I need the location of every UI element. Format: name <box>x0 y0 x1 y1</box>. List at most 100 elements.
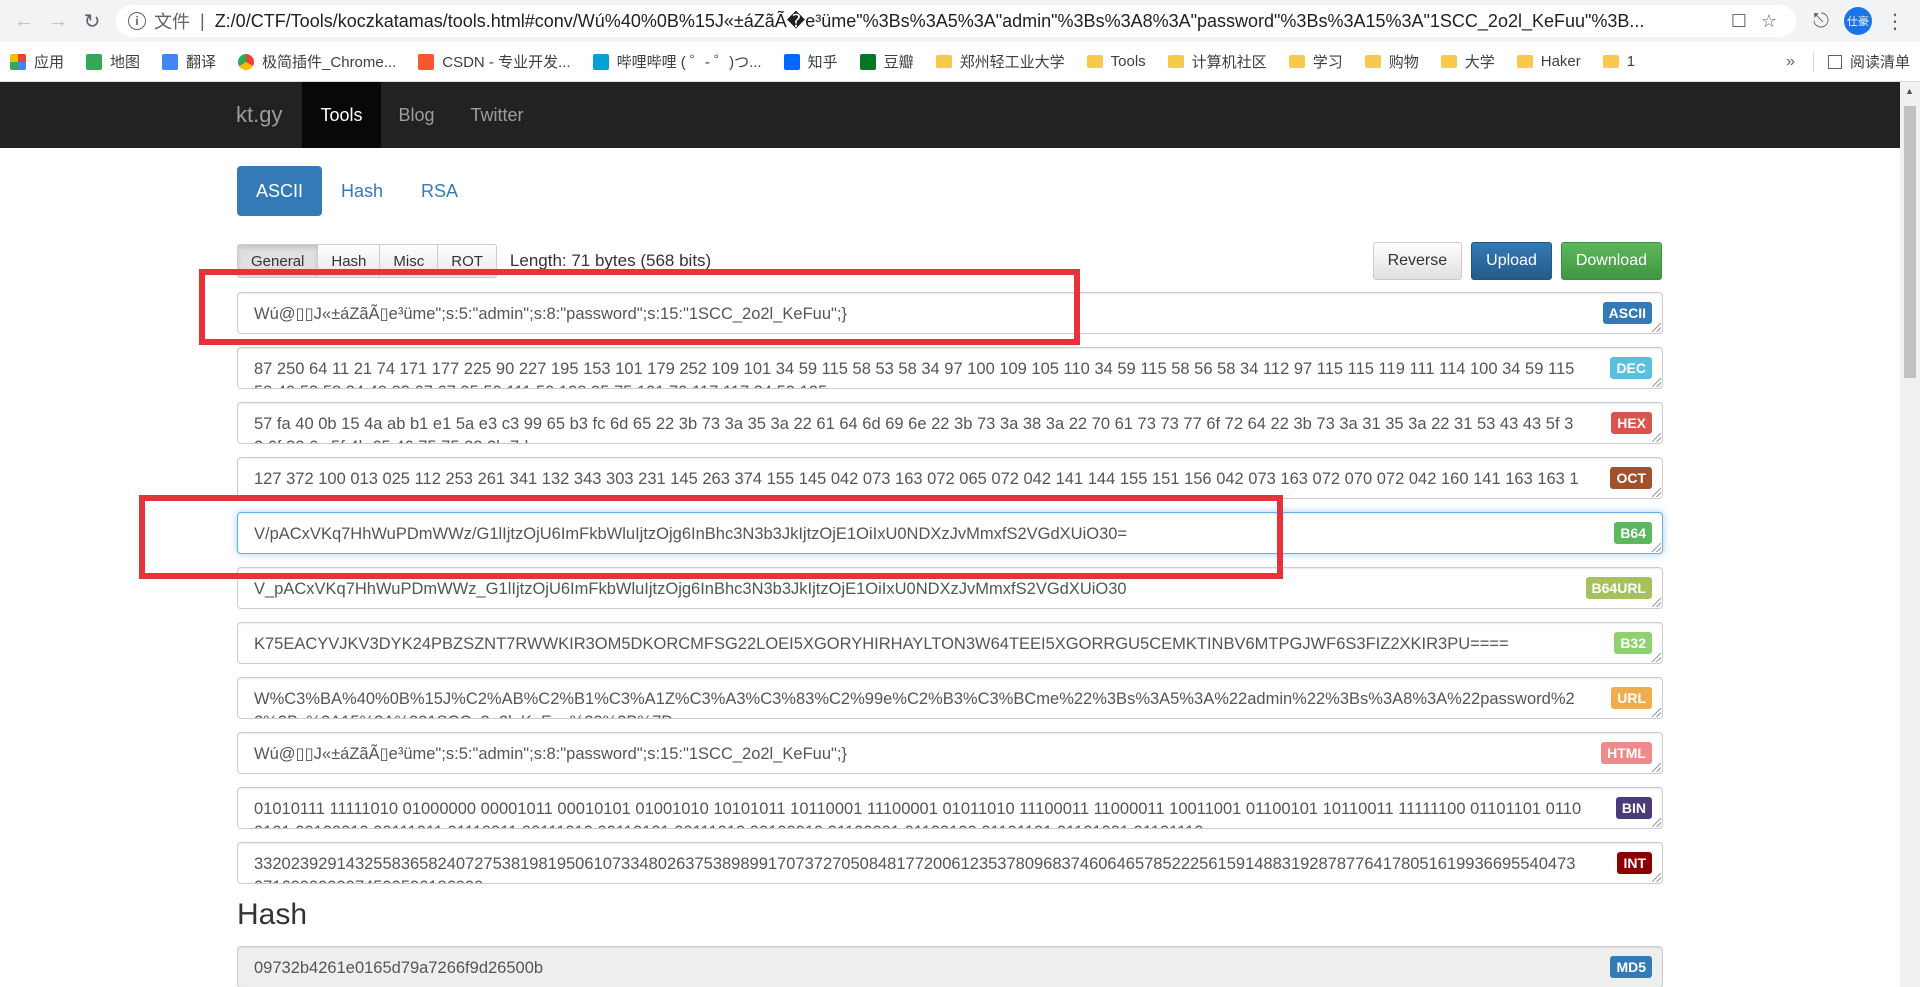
tab-ascii[interactable]: ASCII <box>237 166 323 216</box>
field-value[interactable]: 09732b4261e0165d79a7266f9d26500b <box>254 957 1582 980</box>
bookmark-label: 学习 <box>1312 54 1343 71</box>
bookmark-folder-college[interactable]: 大学 <box>1440 51 1495 72</box>
reload-icon[interactable]: ↻ <box>76 5 108 37</box>
upload-button[interactable]: Upload <box>1471 242 1552 280</box>
bookmark-translate[interactable]: 翻译 <box>162 51 216 72</box>
field-value[interactable]: 87 250 64 11 21 74 171 177 225 90 227 19… <box>254 358 1582 388</box>
reading-list-icon <box>1827 54 1842 69</box>
resize-handle[interactable] <box>1652 818 1661 827</box>
hash-section-title: Hash <box>237 898 308 931</box>
reading-list-button[interactable]: 阅读清单 <box>1812 51 1910 72</box>
site-brand[interactable]: kt.gy <box>236 82 302 148</box>
field-value[interactable]: 57 fa 40 0b 15 4a ab b1 e1 5a e3 c3 99 6… <box>254 413 1582 443</box>
field-value[interactable]: V_pACxVKq7HhWuPDmWWz_G1lIjtzOjU6ImFkbWlu… <box>254 578 1582 601</box>
field-badge: BIN <box>1615 797 1652 819</box>
reverse-button[interactable]: Reverse <box>1372 242 1463 280</box>
encoding-fields: Wú@▯▯J«±áZãÃ▯e³üme";s:5:"admin";s:8:"pas… <box>237 292 1663 884</box>
field-value[interactable]: Wú@▯▯J«±áZãÃ▯e³üme";s:5:"admin";s:8:"pas… <box>254 743 1582 766</box>
bookmark-csdn[interactable]: CSDN - 专业开发... <box>418 51 571 72</box>
category-button-group: General Hash Misc ROT <box>237 244 497 278</box>
field-value[interactable]: 01010111 11111010 01000000 00001011 0001… <box>254 798 1582 828</box>
field-value[interactable]: 3320239291432558365824072753819819506107… <box>254 853 1582 883</box>
b64-field[interactable]: V/pACxVKq7HhWuPDmWWz/G1lIjtzOjU6ImFkbWlu… <box>237 512 1663 554</box>
nav-blog[interactable]: Blog <box>381 82 453 148</box>
ascii-field[interactable]: Wú@▯▯J«±áZãÃ▯e³üme";s:5:"admin";s:8:"pas… <box>237 292 1663 334</box>
bin-field[interactable]: 01010111 11111010 01000000 00001011 0001… <box>237 787 1663 829</box>
bookmark-label: 地图 <box>110 54 141 71</box>
field-value[interactable]: V/pACxVKq7HhWuPDmWWz/G1lIjtzOjU6ImFkbWlu… <box>254 523 1582 546</box>
address-text[interactable]: Z:/0/CTF/Tools/koczkatamas/tools.html#co… <box>215 11 1724 32</box>
field-value[interactable]: W%C3%BA%40%0B%15J%C2%AB%C2%B1%C3%A1Z%C3%… <box>254 688 1582 718</box>
bookmark-folder-haker[interactable]: Haker <box>1516 53 1581 70</box>
bookmark-folder-community[interactable]: 计算机社区 <box>1167 51 1267 72</box>
length-info: Length: 71 bytes (568 bits) <box>509 251 712 270</box>
bookmark-apps[interactable]: 应用 <box>10 51 64 72</box>
scroll-up-icon[interactable]: ▲ <box>1905 86 1914 96</box>
info-icon[interactable]: i <box>128 12 146 30</box>
hex-field[interactable]: 57 fa 40 0b 15 4a ab b1 e1 5a e3 c3 99 6… <box>237 402 1663 444</box>
resize-handle[interactable] <box>1652 433 1661 442</box>
resize-handle[interactable] <box>1652 543 1661 552</box>
address-bar[interactable]: i 文件 | Z:/0/CTF/Tools/koczkatamas/tools.… <box>116 5 1796 37</box>
zhihu-icon <box>783 53 800 70</box>
resize-handle[interactable] <box>1652 488 1661 497</box>
bookmark-folder-study[interactable]: 学习 <box>1288 51 1343 72</box>
resize-handle[interactable] <box>1652 763 1661 772</box>
scheme-label: 文件 <box>154 12 190 32</box>
url-field[interactable]: W%C3%BA%40%0B%15J%C2%AB%C2%B1%C3%A1Z%C3%… <box>237 677 1663 719</box>
resize-handle[interactable] <box>1652 653 1661 662</box>
folder-icon <box>1288 55 1305 68</box>
bookmark-star-icon[interactable]: ☆ <box>1754 6 1784 36</box>
general-button[interactable]: General <box>238 245 319 277</box>
bookmark-label: Haker <box>1540 53 1581 70</box>
bookmark-folder-shopping[interactable]: 购物 <box>1364 51 1419 72</box>
bookmark-folder-tools[interactable]: Tools <box>1086 53 1146 70</box>
field-value[interactable]: K75EACYVJKV3DYK24PBZSZNT7RWWKIR3OM5DKORC… <box>254 633 1582 656</box>
translate-icon[interactable]: ☐ <box>1724 6 1754 36</box>
tab-rsa[interactable]: RSA <box>402 166 477 216</box>
md5-field[interactable]: 09732b4261e0165d79a7266f9d26500b MD5 <box>237 946 1663 987</box>
menu-icon[interactable]: ⋮ <box>1878 4 1912 38</box>
rot-button[interactable]: ROT <box>438 245 496 277</box>
tab-hash[interactable]: Hash <box>322 166 402 216</box>
oct-field[interactable]: 127 372 100 013 025 112 253 261 341 132 … <box>237 457 1663 499</box>
resize-handle[interactable] <box>1652 378 1661 387</box>
scrollbar-thumb[interactable] <box>1904 106 1916 378</box>
bookmark-folder-1[interactable]: 1 <box>1602 53 1635 70</box>
dec-field[interactable]: 87 250 64 11 21 74 171 177 225 90 227 19… <box>237 347 1663 389</box>
bookmark-folder-university[interactable]: 郑州轻工业大学 <box>935 51 1065 72</box>
download-button[interactable]: Download <box>1560 242 1662 280</box>
b64url-field[interactable]: V_pACxVKq7HhWuPDmWWz_G1lIjtzOjU6ImFkbWlu… <box>237 567 1663 609</box>
field-value[interactable]: Wú@▯▯J«±áZãÃ▯e³üme";s:5:"admin";s:8:"pas… <box>254 303 1582 326</box>
html-field[interactable]: Wú@▯▯J«±áZãÃ▯e³üme";s:5:"admin";s:8:"pas… <box>237 732 1663 774</box>
bookmark-maps[interactable]: 地图 <box>86 51 140 72</box>
bookmark-bilibili[interactable]: 哔哩哔哩 ( ゜- ゜)つ... <box>592 51 762 72</box>
bookmark-douban[interactable]: 豆瓣 <box>859 51 914 72</box>
bookmark-label: 极简插件_Chrome... <box>262 54 397 71</box>
action-buttons: Reverse Upload Download <box>1372 242 1662 280</box>
nav-twitter[interactable]: Twitter <box>453 82 542 148</box>
hash-button[interactable]: Hash <box>318 245 381 277</box>
bookmark-plugins[interactable]: 极简插件_Chrome... <box>238 51 396 72</box>
int-field[interactable]: 3320239291432558365824072753819819506107… <box>237 842 1663 884</box>
folder-icon <box>1516 55 1533 68</box>
field-value[interactable]: 127 372 100 013 025 112 253 261 341 132 … <box>254 468 1582 498</box>
csdn-icon <box>418 53 435 70</box>
b32-field[interactable]: K75EACYVJKV3DYK24PBZSZNT7RWWKIR3OM5DKORC… <box>237 622 1663 664</box>
field-badge: B64URL <box>1585 577 1652 599</box>
misc-button[interactable]: Misc <box>380 245 439 277</box>
field-badge: DEC <box>1610 357 1652 379</box>
resize-handle[interactable] <box>1652 598 1661 607</box>
back-icon[interactable]: ← <box>8 5 40 37</box>
resize-handle[interactable] <box>1652 708 1661 717</box>
extensions-icon[interactable]: ⎋ <box>1804 4 1838 38</box>
nav-tools[interactable]: Tools <box>302 82 381 148</box>
scheme-separator: | <box>200 10 205 31</box>
resize-handle[interactable] <box>1652 873 1661 882</box>
forward-icon[interactable]: → <box>42 5 74 37</box>
bookmarks-more-button[interactable]: » <box>1786 53 1795 71</box>
page-scrollbar[interactable]: ▲ <box>1900 82 1920 987</box>
bookmark-zhihu[interactable]: 知乎 <box>783 51 838 72</box>
resize-handle[interactable] <box>1652 323 1661 332</box>
avatar[interactable]: 仕豪 <box>1844 7 1872 35</box>
